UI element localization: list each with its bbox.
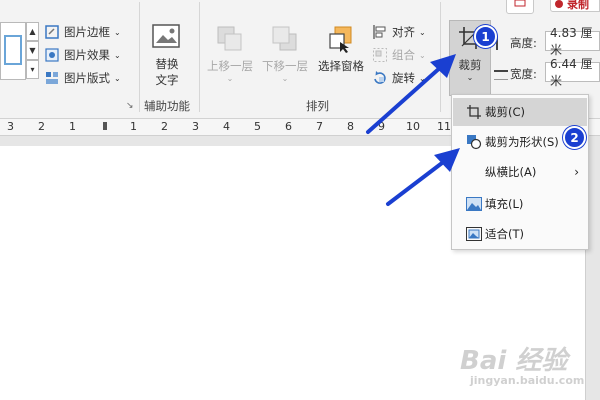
menu-item-label: 纵横比(A) <box>485 165 537 179</box>
record-icon <box>555 0 563 8</box>
align-icon <box>373 25 386 39</box>
group-objects-icon <box>373 48 387 62</box>
alt-text-icon <box>152 24 180 48</box>
align-label: 对齐 <box>392 25 415 39</box>
ruler-tick-label: 5 <box>254 120 261 133</box>
menu-item-label: 裁剪(C) <box>485 105 526 119</box>
dialog-launcher-icon[interactable]: ↘ <box>126 101 134 111</box>
arrange-group-label: 排列 <box>306 99 329 113</box>
menu-item-fit[interactable]: 适合(T) <box>453 220 587 248</box>
group-separator <box>139 2 140 112</box>
ruler-origin <box>103 122 107 130</box>
ruler-tick-label: 3 <box>7 120 14 133</box>
height-label: 高度: <box>510 36 537 50</box>
height-icon <box>496 36 508 50</box>
chevron-right-icon: › <box>574 165 579 179</box>
crop-icon <box>463 104 485 120</box>
selection-pane-label: 选择窗格 <box>318 59 364 73</box>
picture-effects-button[interactable]: 图片效果 ⌄ <box>44 45 121 65</box>
ruler-tick-label: 9 <box>378 120 385 133</box>
group-objects-button[interactable]: 组合 ⌄ <box>372 45 426 65</box>
group-separator <box>440 2 441 112</box>
send-backward-icon <box>272 26 297 51</box>
shape-icon <box>463 134 485 150</box>
annotation-badge-1: 1 <box>474 25 497 48</box>
chevron-down-icon: ⌄ <box>419 50 426 60</box>
group-separator <box>199 2 200 112</box>
menu-item-crop[interactable]: 裁剪(C) <box>453 98 587 126</box>
menu-item-label: 适合(T) <box>485 227 524 241</box>
chevron-down-icon: ⌄ <box>114 50 121 60</box>
baidu-watermark: Bai 经验 <box>460 346 568 376</box>
ruler-tick-label: 7 <box>316 120 323 133</box>
record-button[interactable]: 录制 <box>550 0 600 12</box>
ruler-tick-label: 2 <box>38 120 45 133</box>
width-label: 宽度: <box>510 67 537 81</box>
picture-effects-icon <box>45 48 59 62</box>
annotation-badge-2: 2 <box>563 126 586 149</box>
alt-text-label-line1: 替换 <box>155 57 179 71</box>
send-backward-label: 下移一层 <box>262 59 308 73</box>
chevron-down-icon: ⌄ <box>281 74 289 83</box>
ruler-tick-label: 10 <box>406 120 420 133</box>
chevron-down-icon: ⌄ <box>114 73 121 83</box>
baidu-watermark-url: jingyan.baidu.com <box>470 374 585 387</box>
picture-border-label: 图片边框 <box>64 25 110 39</box>
gallery-scroll-up[interactable]: ▲ <box>26 22 39 41</box>
ruler-tick-label: 4 <box>223 120 230 133</box>
picture-effects-label: 图片效果 <box>64 48 110 62</box>
picture-border-icon <box>45 25 59 39</box>
rotate-button[interactable]: 旋转 ⌄ <box>372 68 426 88</box>
chevron-down-icon: ⌄ <box>114 27 121 37</box>
ruler-tick-label: 2 <box>161 120 168 133</box>
rotate-label: 旋转 <box>392 71 415 85</box>
picture-layout-button[interactable]: 图片版式 ⌄ <box>44 68 121 88</box>
accessibility-group-label: 辅助功能 <box>144 99 190 113</box>
ruler-tick-label: 1 <box>69 120 76 133</box>
selection-pane-button[interactable]: 选择窗格 <box>314 24 368 74</box>
gallery-more[interactable]: ▾ <box>26 60 39 79</box>
ruler-tick-label: 11 <box>437 120 451 133</box>
width-icon <box>494 70 508 80</box>
record-label: 录制 <box>567 0 589 11</box>
ruler-tick-label: 6 <box>285 120 292 133</box>
alt-text-label-line2: 文字 <box>155 73 179 87</box>
selection-pane-icon <box>329 26 352 53</box>
picture-border-button[interactable]: 图片边框 ⌄ <box>44 22 121 42</box>
picture-layout-label: 图片版式 <box>64 71 110 85</box>
chevron-down-icon: ⌄ <box>419 73 426 83</box>
comment-icon <box>514 0 526 7</box>
width-input[interactable]: 6.44 厘米 <box>545 57 600 88</box>
menu-item-aspect-ratio[interactable]: 纵横比(A) › <box>453 158 587 186</box>
chevron-down-icon: ⌄ <box>466 73 474 82</box>
menu-item-fill[interactable]: 填充(L) <box>453 190 587 218</box>
bring-forward-label: 上移一层 <box>207 59 253 73</box>
align-button[interactable]: 对齐 ⌄ <box>372 22 426 42</box>
rotate-icon <box>374 71 386 84</box>
menu-item-label: 填充(L) <box>485 197 524 211</box>
picture-layout-icon <box>46 72 58 84</box>
crop-label: 裁剪 <box>458 58 482 72</box>
send-backward-button[interactable]: 下移一层 ⌄ <box>259 24 311 83</box>
chevron-down-icon: ⌄ <box>419 27 426 37</box>
fill-picture-icon <box>463 197 485 211</box>
ruler-tick-label: 1 <box>130 120 137 133</box>
menu-item-label: 裁剪为形状(S) <box>485 135 559 149</box>
group-objects-label: 组合 <box>392 48 415 62</box>
alt-text-button[interactable]: 替换 文字 <box>146 22 188 92</box>
crop-dropdown-menu: 裁剪(C) 裁剪为形状(S) 纵横比(A) › 填充(L) 适合(T) <box>451 94 589 250</box>
gallery-scroll-down[interactable]: ▼ <box>26 41 39 60</box>
comments-button[interactable] <box>506 0 534 14</box>
chevron-down-icon: ⌄ <box>226 74 234 83</box>
bring-forward-icon <box>217 26 242 51</box>
ruler-tick-label: 3 <box>192 120 199 133</box>
height-input[interactable]: 4.83 厘米 <box>545 26 600 57</box>
bring-forward-button[interactable]: 上移一层 ⌄ <box>204 24 256 83</box>
picture-style-gallery[interactable] <box>0 22 26 80</box>
ruler-tick-label: 8 <box>347 120 354 133</box>
fit-picture-icon <box>463 227 485 241</box>
